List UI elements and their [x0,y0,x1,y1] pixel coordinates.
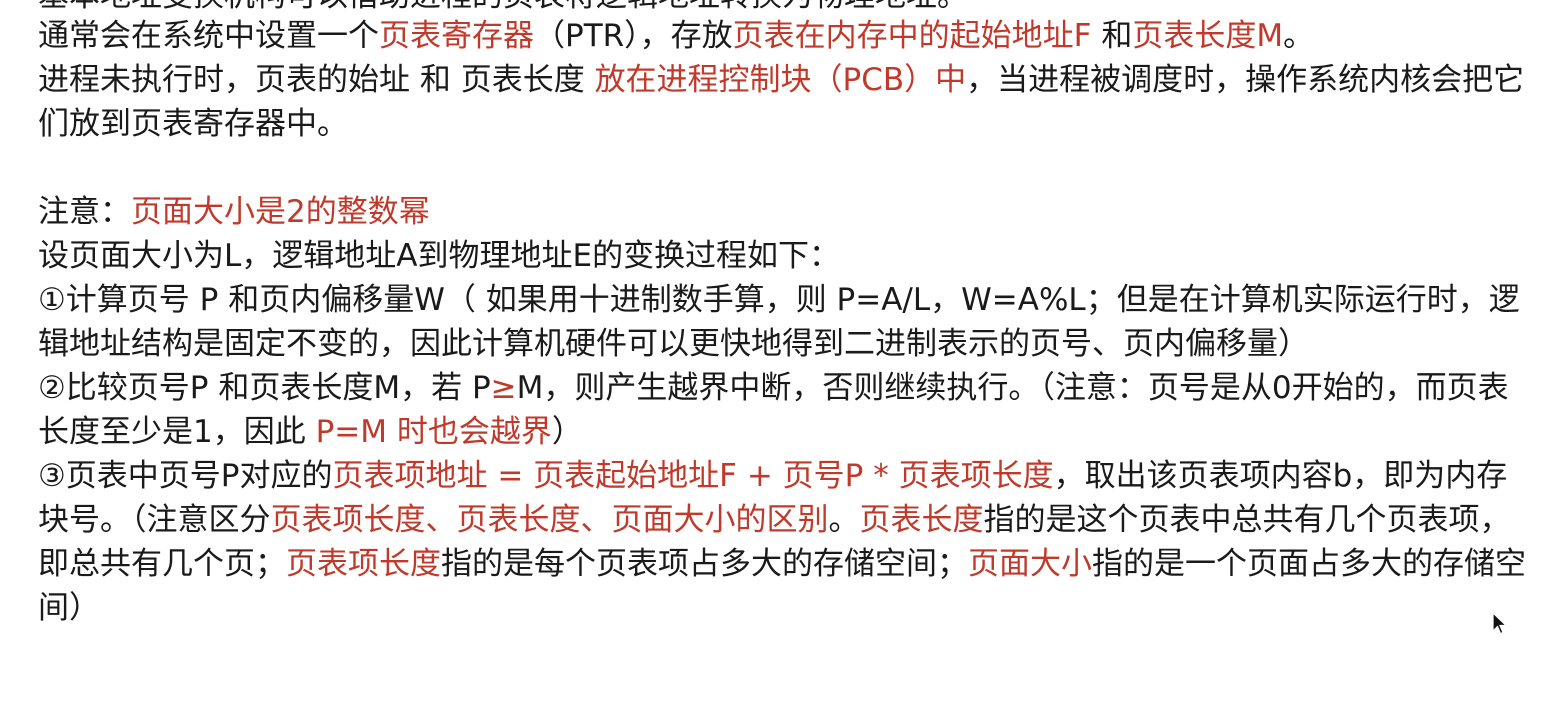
highlight-p-equals-m: P=M 时也会越界 [315,414,552,450]
text-segment: ） [551,414,583,450]
text-segment: 注意： [38,194,131,230]
highlight-start-address: 页表在内存中的起始地址F [732,18,1092,54]
clipped-top-line: 基本地址变换机构可以借助进程的页表将逻辑地址转换为物理地址。 [38,0,1528,14]
highlight-term-page-size: 页面大小 [968,546,1092,582]
highlight-term-entry-length: 页表项长度 [286,546,441,582]
text-segment: 进程未执行时，页表的始址 和 页表长度 [38,62,595,98]
paragraph-note-page-size: 注意：页面大小是2的整数幂 [38,190,1528,234]
text-segment: 设页面大小为L，逻辑地址A到物理地址E的变换过程如下： [38,238,841,274]
highlight-distinguish: 页表项长度、页表长度、页面大小的区别 [270,502,829,538]
text-segment: ①计算页号 P 和页内偏移量W（ 如果用十进制数手算，则 P=A/L，W=A%L… [38,282,1520,362]
paragraph-translation-intro: 设页面大小为L，逻辑地址A到物理地址E的变换过程如下： [38,234,1528,278]
highlight-ge-sign: ≥ [490,370,517,406]
paragraph-page-table-register: 通常会在系统中设置一个页表寄存器（PTR），存放页表在内存中的起始地址F 和页表… [38,14,1528,146]
text-segment: 和 [1091,18,1133,54]
paragraph-step-2: ②比较页号P 和页表长度M，若 P≥M，则产生越界中断，否则继续执行。（注意：页… [38,366,1528,454]
clipped-top-line-text: 基本地址变换机构可以借助进程的页表将逻辑地址转换为物理地址。 [38,0,968,14]
text-segment: 。 [828,502,860,538]
paragraph-step-3: ③页表中页号P对应的页表项地址 = 页表起始地址F + 页号P * 页表项长度，… [38,454,1528,630]
highlight-pcb: 放在进程控制块（PCB）中 [594,62,967,98]
highlight-power-of-two: 页面大小是2的整数幂 [131,194,430,230]
text-segment: （PTR），存放 [534,18,733,54]
text-segment: 。 [1283,18,1315,54]
highlight-page-table-length: 页表长度M [1132,18,1284,54]
paragraph-step-1: ①计算页号 P 和页内偏移量W（ 如果用十进制数手算，则 P=A/L，W=A%L… [38,278,1528,366]
highlight-ptr: 页表寄存器 [379,18,534,54]
document-body: 基本地址变换机构可以借助进程的页表将逻辑地址转换为物理地址。 通常会在系统中设置… [38,0,1528,630]
text-segment: ②比较页号P 和页表长度M，若 P [38,370,491,406]
text-segment: 指的是每个页表项占多大的存储空间； [441,546,968,582]
mouse-pointer-icon [1492,612,1508,635]
text-segment: ③页表中页号P对应的 [38,458,333,494]
highlight-entry-address-formula: 页表项地址 = 页表起始地址F + 页号P * 页表项长度 [332,458,1054,494]
highlight-term-page-table-length: 页表长度 [859,502,984,538]
text-segment: 通常会在系统中设置一个 [38,18,379,54]
